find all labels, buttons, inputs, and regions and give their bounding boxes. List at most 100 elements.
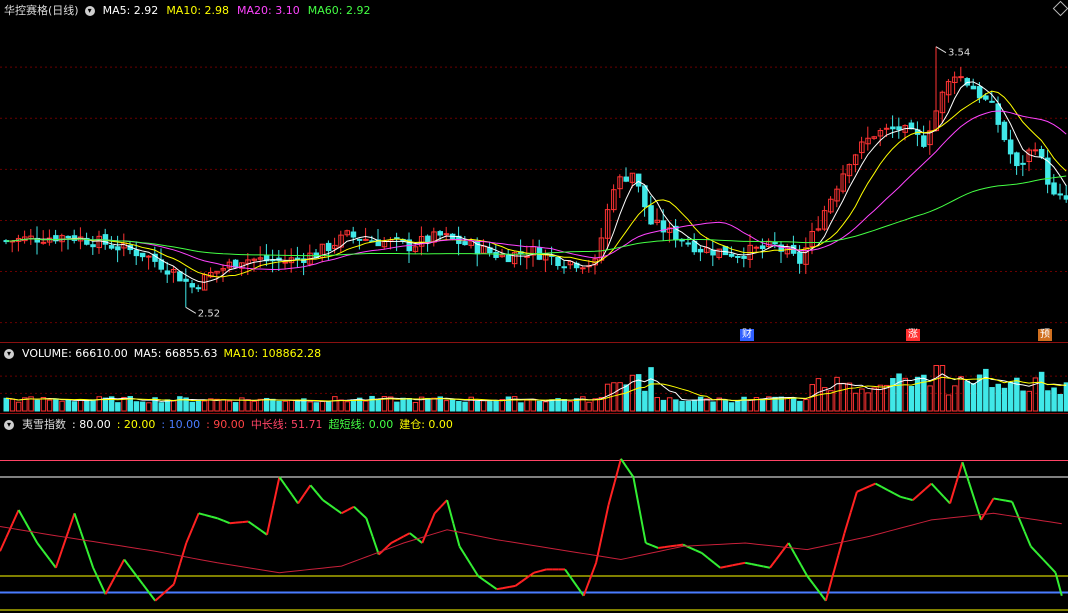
candle-body <box>363 238 369 241</box>
candle-body <box>1045 157 1051 185</box>
short-term-line <box>135 575 144 585</box>
candle-body <box>195 287 202 290</box>
candle-body <box>753 246 760 249</box>
volume-bar <box>697 396 704 412</box>
volume-bar <box>790 397 797 412</box>
short-term-line <box>843 512 852 534</box>
event-badge[interactable]: 财 <box>740 329 754 341</box>
legend-item: VOLUME: 66610.00 <box>22 347 128 360</box>
short-term-line <box>242 520 249 524</box>
short-term-line <box>328 503 336 510</box>
volume-bar <box>660 399 667 412</box>
volume-bar <box>1020 390 1026 412</box>
short-term-line <box>1005 499 1013 503</box>
candle-body <box>976 86 983 99</box>
volume-bar <box>983 368 989 412</box>
short-term-line <box>284 485 293 496</box>
candle-body <box>741 255 747 259</box>
candle-body <box>685 242 691 245</box>
short-term-line <box>483 579 492 586</box>
volume-bar <box>251 400 257 412</box>
indicator-chart[interactable] <box>0 414 1068 613</box>
short-term-line <box>403 532 411 538</box>
short-term-line <box>272 476 281 507</box>
candle-body <box>735 255 741 258</box>
volume-bar <box>1057 393 1063 412</box>
candle-body <box>1020 162 1026 165</box>
short-term-line <box>1011 501 1020 517</box>
candle-body <box>970 85 977 90</box>
short-term-line <box>334 508 343 515</box>
candle-body <box>759 245 766 249</box>
volume-bar <box>84 399 90 412</box>
candle-body <box>282 261 288 264</box>
chevron-down-icon[interactable]: ▾ <box>4 420 14 430</box>
short-term-line <box>645 542 653 547</box>
volume-bar <box>232 402 239 412</box>
volume-bar <box>65 399 71 412</box>
volume-bar <box>735 400 741 412</box>
short-term-line <box>198 512 206 516</box>
volume-bar <box>158 402 164 412</box>
price-panel[interactable]: 3.54 2.52 华控赛格(日线) ▾ MA5: 2.92 MA10: 2.98 M… <box>0 0 1068 342</box>
volume-bar <box>691 399 698 412</box>
event-badge[interactable]: 预 <box>1038 329 1052 341</box>
short-term-line <box>347 505 355 511</box>
short-term-line <box>936 489 945 498</box>
candle-body <box>183 278 189 282</box>
short-term-line <box>303 484 312 495</box>
legend-item: : 10.00 <box>161 418 201 431</box>
short-term-line <box>1030 545 1038 554</box>
candle-body <box>1038 148 1045 158</box>
short-term-line <box>930 482 939 491</box>
volume-bar <box>883 384 890 412</box>
short-term-line <box>757 564 764 568</box>
volume-bar <box>195 400 202 412</box>
volume-bar <box>728 402 735 412</box>
volume-bar <box>245 399 251 412</box>
volume-bar <box>536 400 543 412</box>
volume-bar <box>685 400 691 412</box>
indicator-panel[interactable]: ▾ 夷雪指数 : 80.00: 20.00: 10.00: 90.00 中长线: … <box>0 414 1068 613</box>
short-term-line <box>322 499 330 506</box>
short-term-line <box>278 476 287 487</box>
candle-body <box>983 95 989 100</box>
candle-body <box>772 241 778 245</box>
short-term-line <box>626 467 635 478</box>
short-term-line <box>129 567 138 577</box>
candle-body <box>146 255 152 258</box>
volume-bar <box>1045 390 1051 412</box>
volume-panel[interactable]: ▾ VOLUME: 66610.00 MA5: 66855.63 MA10: 108… <box>0 343 1068 413</box>
volume-bar <box>146 402 152 412</box>
candle-body <box>437 231 443 236</box>
short-term-line <box>85 549 95 569</box>
short-term-line <box>664 545 671 549</box>
chevron-down-icon[interactable]: ▾ <box>4 349 14 359</box>
legend-item: MA5: 66855.63 <box>133 347 218 360</box>
volume-bar <box>914 376 921 412</box>
ma-line <box>5 90 1067 278</box>
volume-bar <box>1026 390 1032 412</box>
chevron-down-icon[interactable]: ▾ <box>84 6 95 16</box>
short-term-line <box>216 517 224 522</box>
legend-item: : 80.00 <box>72 418 111 431</box>
volume-bar <box>425 397 431 412</box>
volume-bar <box>40 397 47 412</box>
volume-bar <box>139 401 146 412</box>
volume-bar <box>313 402 319 412</box>
short-term-line <box>73 512 82 532</box>
volume-bar <box>480 400 487 412</box>
volume-bar <box>958 376 964 412</box>
volume-bar <box>654 397 660 412</box>
short-term-line <box>353 505 361 514</box>
volume-bar <box>1014 377 1020 412</box>
event-badge[interactable]: 涨 <box>906 329 920 341</box>
indicator-legend-items: : 80.00: 20.00: 10.00: 90.00 中长线: 51.71 超短… <box>72 418 453 432</box>
volume-bar <box>989 387 995 412</box>
price-chart[interactable]: 3.54 2.52 <box>0 0 1068 342</box>
ma-line <box>5 175 1067 257</box>
short-term-line <box>881 486 889 492</box>
short-term-line <box>967 481 976 501</box>
short-term-line <box>464 555 473 567</box>
short-term-line <box>496 587 504 591</box>
